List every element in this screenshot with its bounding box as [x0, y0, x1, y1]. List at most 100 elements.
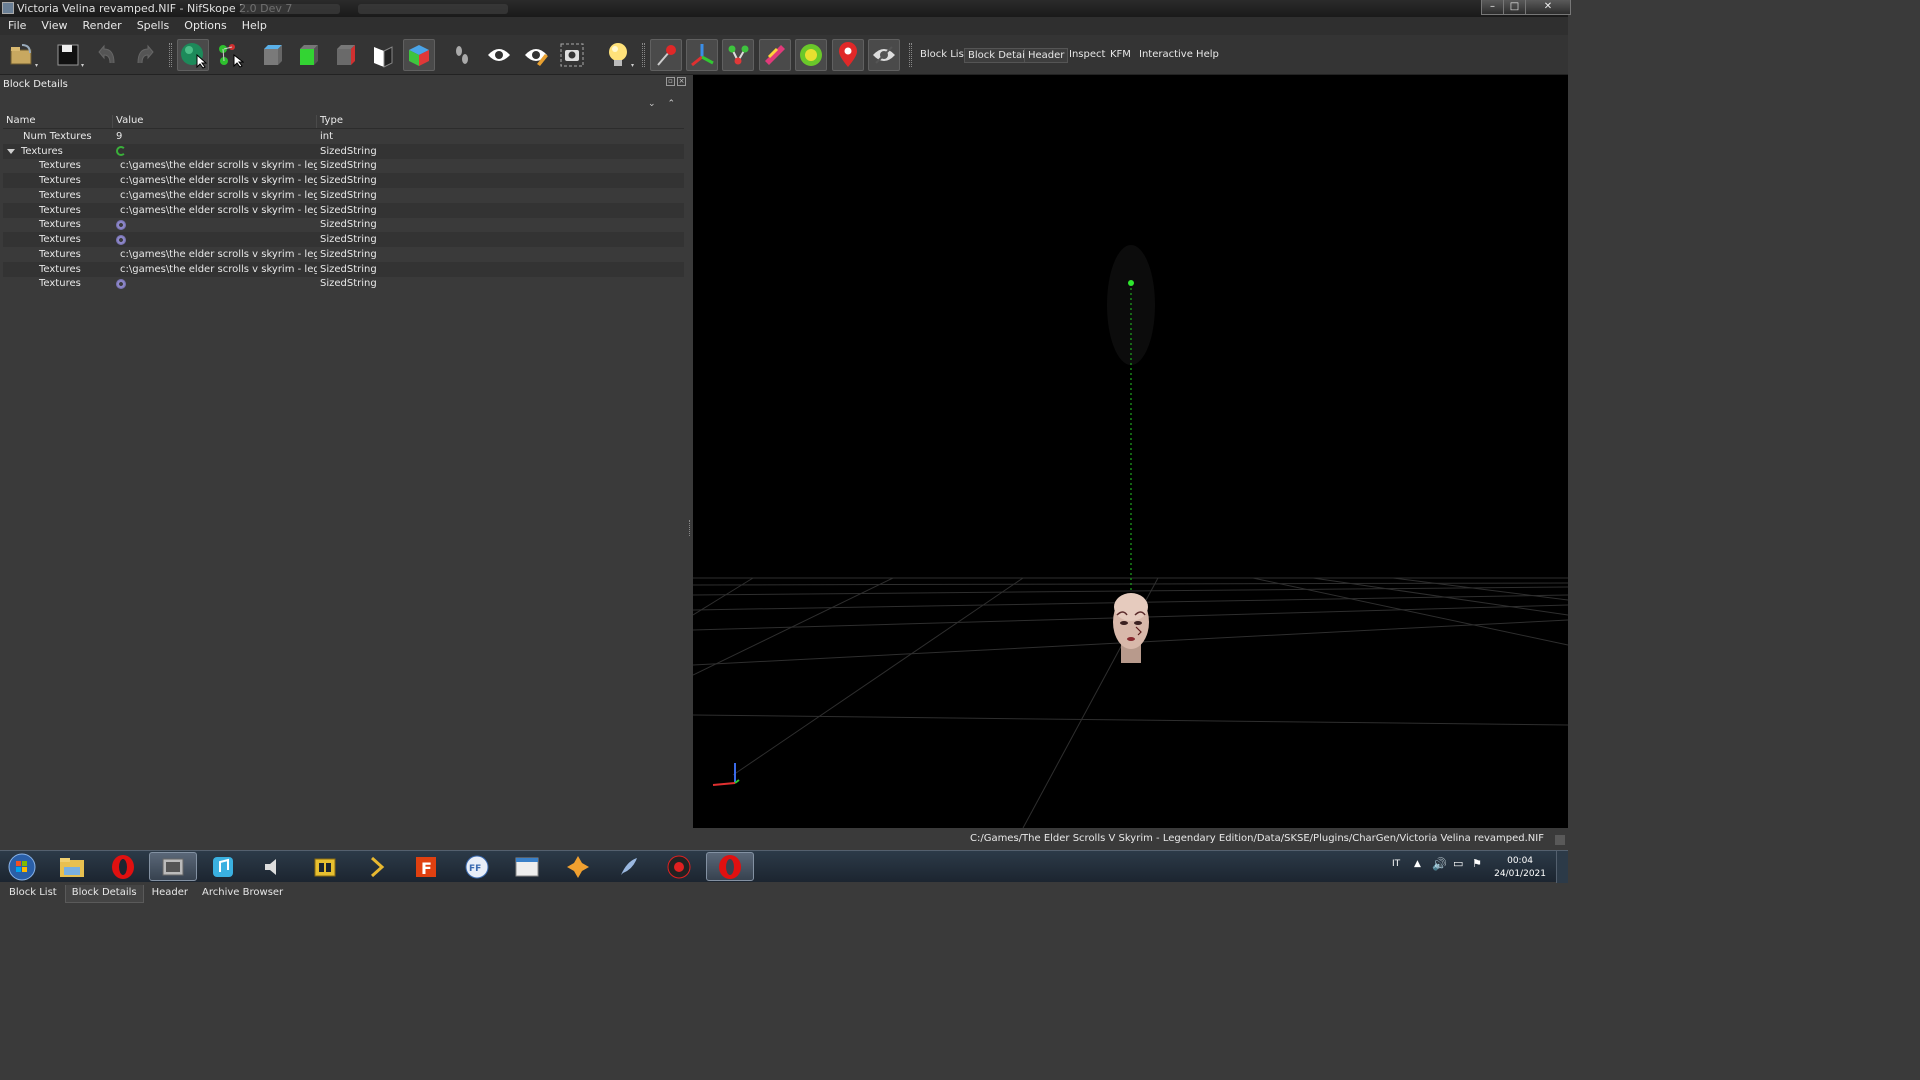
close-button[interactable]: ✕ [1526, 0, 1570, 14]
tab-archive-browser[interactable]: Archive Browser [196, 885, 289, 903]
spider-app-icon[interactable] [655, 852, 703, 881]
foxit-app-icon[interactable]: F [402, 852, 450, 881]
tab-block-details[interactable]: Block Details [64, 885, 144, 903]
app-icon[interactable] [2, 2, 14, 14]
head-mesh[interactable] [1113, 593, 1149, 663]
speaker-app-icon[interactable] [249, 852, 297, 881]
toolbar-link-inspect[interactable]: Inspect [1066, 48, 1108, 61]
menu-render[interactable]: Render [75, 17, 129, 35]
view-top-icon[interactable] [256, 39, 288, 71]
view-front-icon[interactable] [292, 39, 324, 71]
show-nodes-icon[interactable] [650, 39, 682, 71]
toolbar-link-block-list[interactable]: Block List [917, 48, 971, 61]
tab-header[interactable]: Header [146, 885, 194, 903]
tree-row[interactable]: Textures c:\games\the elder scrolls v sky… [3, 159, 684, 174]
tab-block-list[interactable]: Block List [3, 885, 63, 903]
view-flip-icon[interactable] [366, 39, 398, 71]
collapse-all-icon[interactable]: ⌃ [668, 99, 676, 109]
language-indicator[interactable]: IT [1392, 859, 1400, 891]
network-icon[interactable]: ▭ [1453, 857, 1463, 889]
tree-row[interactable]: Textures SizedString [3, 277, 684, 292]
toolbar-link-interactive-help[interactable]: Interactive Help [1136, 48, 1222, 61]
close-panel-icon[interactable]: × [677, 77, 686, 86]
panel-splitter[interactable] [689, 520, 692, 536]
float-panel-icon[interactable]: ▫ [666, 77, 675, 86]
expand-all-icon[interactable]: ⌄ [648, 99, 656, 109]
opera-icon[interactable] [99, 852, 147, 881]
puzzle-app-icon[interactable] [554, 852, 602, 881]
show-collision-icon[interactable] [795, 39, 827, 71]
opera-active-icon[interactable] [706, 852, 754, 881]
load-icon[interactable]: ▾ [6, 39, 38, 71]
view-user-icon[interactable] [403, 39, 435, 71]
row-value-cell[interactable]: c:\games\the elder scrolls v skyrim - le… [113, 160, 317, 171]
node-marker[interactable] [1128, 280, 1134, 286]
show-marker-icon[interactable] [520, 39, 552, 71]
redo-icon[interactable] [128, 39, 160, 71]
window-app-icon[interactable] [503, 852, 551, 881]
walk-icon[interactable] [446, 39, 478, 71]
row-value-cell[interactable] [113, 278, 317, 289]
lighting-icon[interactable]: ▾ [602, 39, 634, 71]
menu-options[interactable]: Options [176, 17, 233, 35]
block-details-tree[interactable]: Name Value Type Num Textures 9 int Textures… [3, 115, 684, 291]
action-center-icon[interactable]: ⚑ [1472, 857, 1482, 889]
show-hidden-icon[interactable] [483, 39, 515, 71]
toolbar-grip[interactable] [909, 43, 912, 67]
feather-app-icon[interactable] [605, 852, 653, 881]
clock[interactable]: 00:04 24/01/2021 [1494, 855, 1546, 881]
row-value-cell[interactable]: c:\games\the elder scrolls v skyrim - le… [113, 190, 317, 201]
row-value-cell[interactable] [113, 146, 317, 157]
minimize-button[interactable]: – [1482, 0, 1504, 14]
row-value-cell[interactable]: c:\games\the elder scrolls v skyrim - le… [113, 249, 317, 260]
music-app-icon[interactable] [199, 852, 247, 881]
menu-spells[interactable]: Spells [129, 17, 177, 35]
toolbar-link-header[interactable]: Header [1024, 48, 1069, 63]
show-axes-icon[interactable] [686, 39, 718, 71]
tree-row[interactable]: Textures c:\games\the elder scrolls v sky… [3, 188, 684, 203]
hide-icon[interactable] [868, 39, 900, 71]
show-markers-icon[interactable] [832, 39, 864, 71]
row-value-cell[interactable]: c:\games\the elder scrolls v skyrim - le… [113, 264, 317, 275]
tree-row[interactable]: Textures SizedString [3, 218, 684, 233]
tray-expand-icon[interactable]: ▲ [1414, 859, 1421, 891]
folder-app-icon[interactable] [301, 852, 349, 881]
expand-arrow-icon[interactable] [7, 148, 15, 154]
pointer-app-icon[interactable] [352, 852, 400, 881]
view-side-icon[interactable] [329, 39, 361, 71]
start-orb-icon[interactable] [0, 852, 44, 881]
save-icon[interactable]: ▾ [52, 39, 84, 71]
menu-view[interactable]: View [33, 17, 74, 35]
tree-row[interactable]: Textures SizedString [3, 232, 684, 247]
row-value-cell[interactable]: c:\games\the elder scrolls v skyrim - le… [113, 175, 317, 186]
array-refresh-icon[interactable] [116, 146, 126, 157]
tree-row[interactable]: Textures c:\games\the elder scrolls v sky… [3, 173, 684, 188]
file-explorer-icon[interactable] [48, 852, 96, 881]
tree-row[interactable]: Textures c:\games\the elder scrolls v sky… [3, 247, 684, 262]
row-value-cell[interactable] [113, 234, 317, 245]
row-value-cell[interactable]: c:\games\the elder scrolls v skyrim - le… [113, 205, 317, 216]
resize-grip-icon[interactable] [1555, 835, 1565, 845]
toolbar-link-kfm[interactable]: KFM [1107, 48, 1134, 61]
show-connections-icon[interactable] [722, 39, 754, 71]
select-vertex-icon[interactable] [214, 39, 246, 71]
tree-row[interactable]: Textures c:\games\the elder scrolls v sky… [3, 202, 684, 218]
volume-icon[interactable]: 🔊 [1432, 857, 1447, 889]
menu-help[interactable]: Help [234, 17, 274, 35]
row-value-cell[interactable] [113, 219, 317, 230]
undo-icon[interactable] [92, 39, 124, 71]
menu-file[interactable]: File [0, 17, 33, 35]
show-constraints-icon[interactable] [759, 39, 791, 71]
select-object-icon[interactable] [177, 39, 209, 71]
screenshot-icon[interactable] [556, 39, 588, 71]
column-header-type[interactable]: Type [317, 115, 684, 128]
show-desktop-button[interactable] [1556, 851, 1568, 883]
ffdec-app-icon[interactable]: FF [453, 852, 501, 881]
render-viewport[interactable] [693, 75, 1568, 828]
video-app-icon[interactable] [149, 852, 197, 881]
toolbar-grip[interactable] [642, 43, 645, 67]
column-header-value[interactable]: Value [113, 115, 317, 128]
tree-row[interactable]: Textures c:\games\the elder scrolls v sky… [3, 261, 684, 277]
tree-row[interactable]: Num Textures 9 int [3, 129, 684, 144]
tree-row[interactable]: Textures SizedString [3, 143, 684, 159]
